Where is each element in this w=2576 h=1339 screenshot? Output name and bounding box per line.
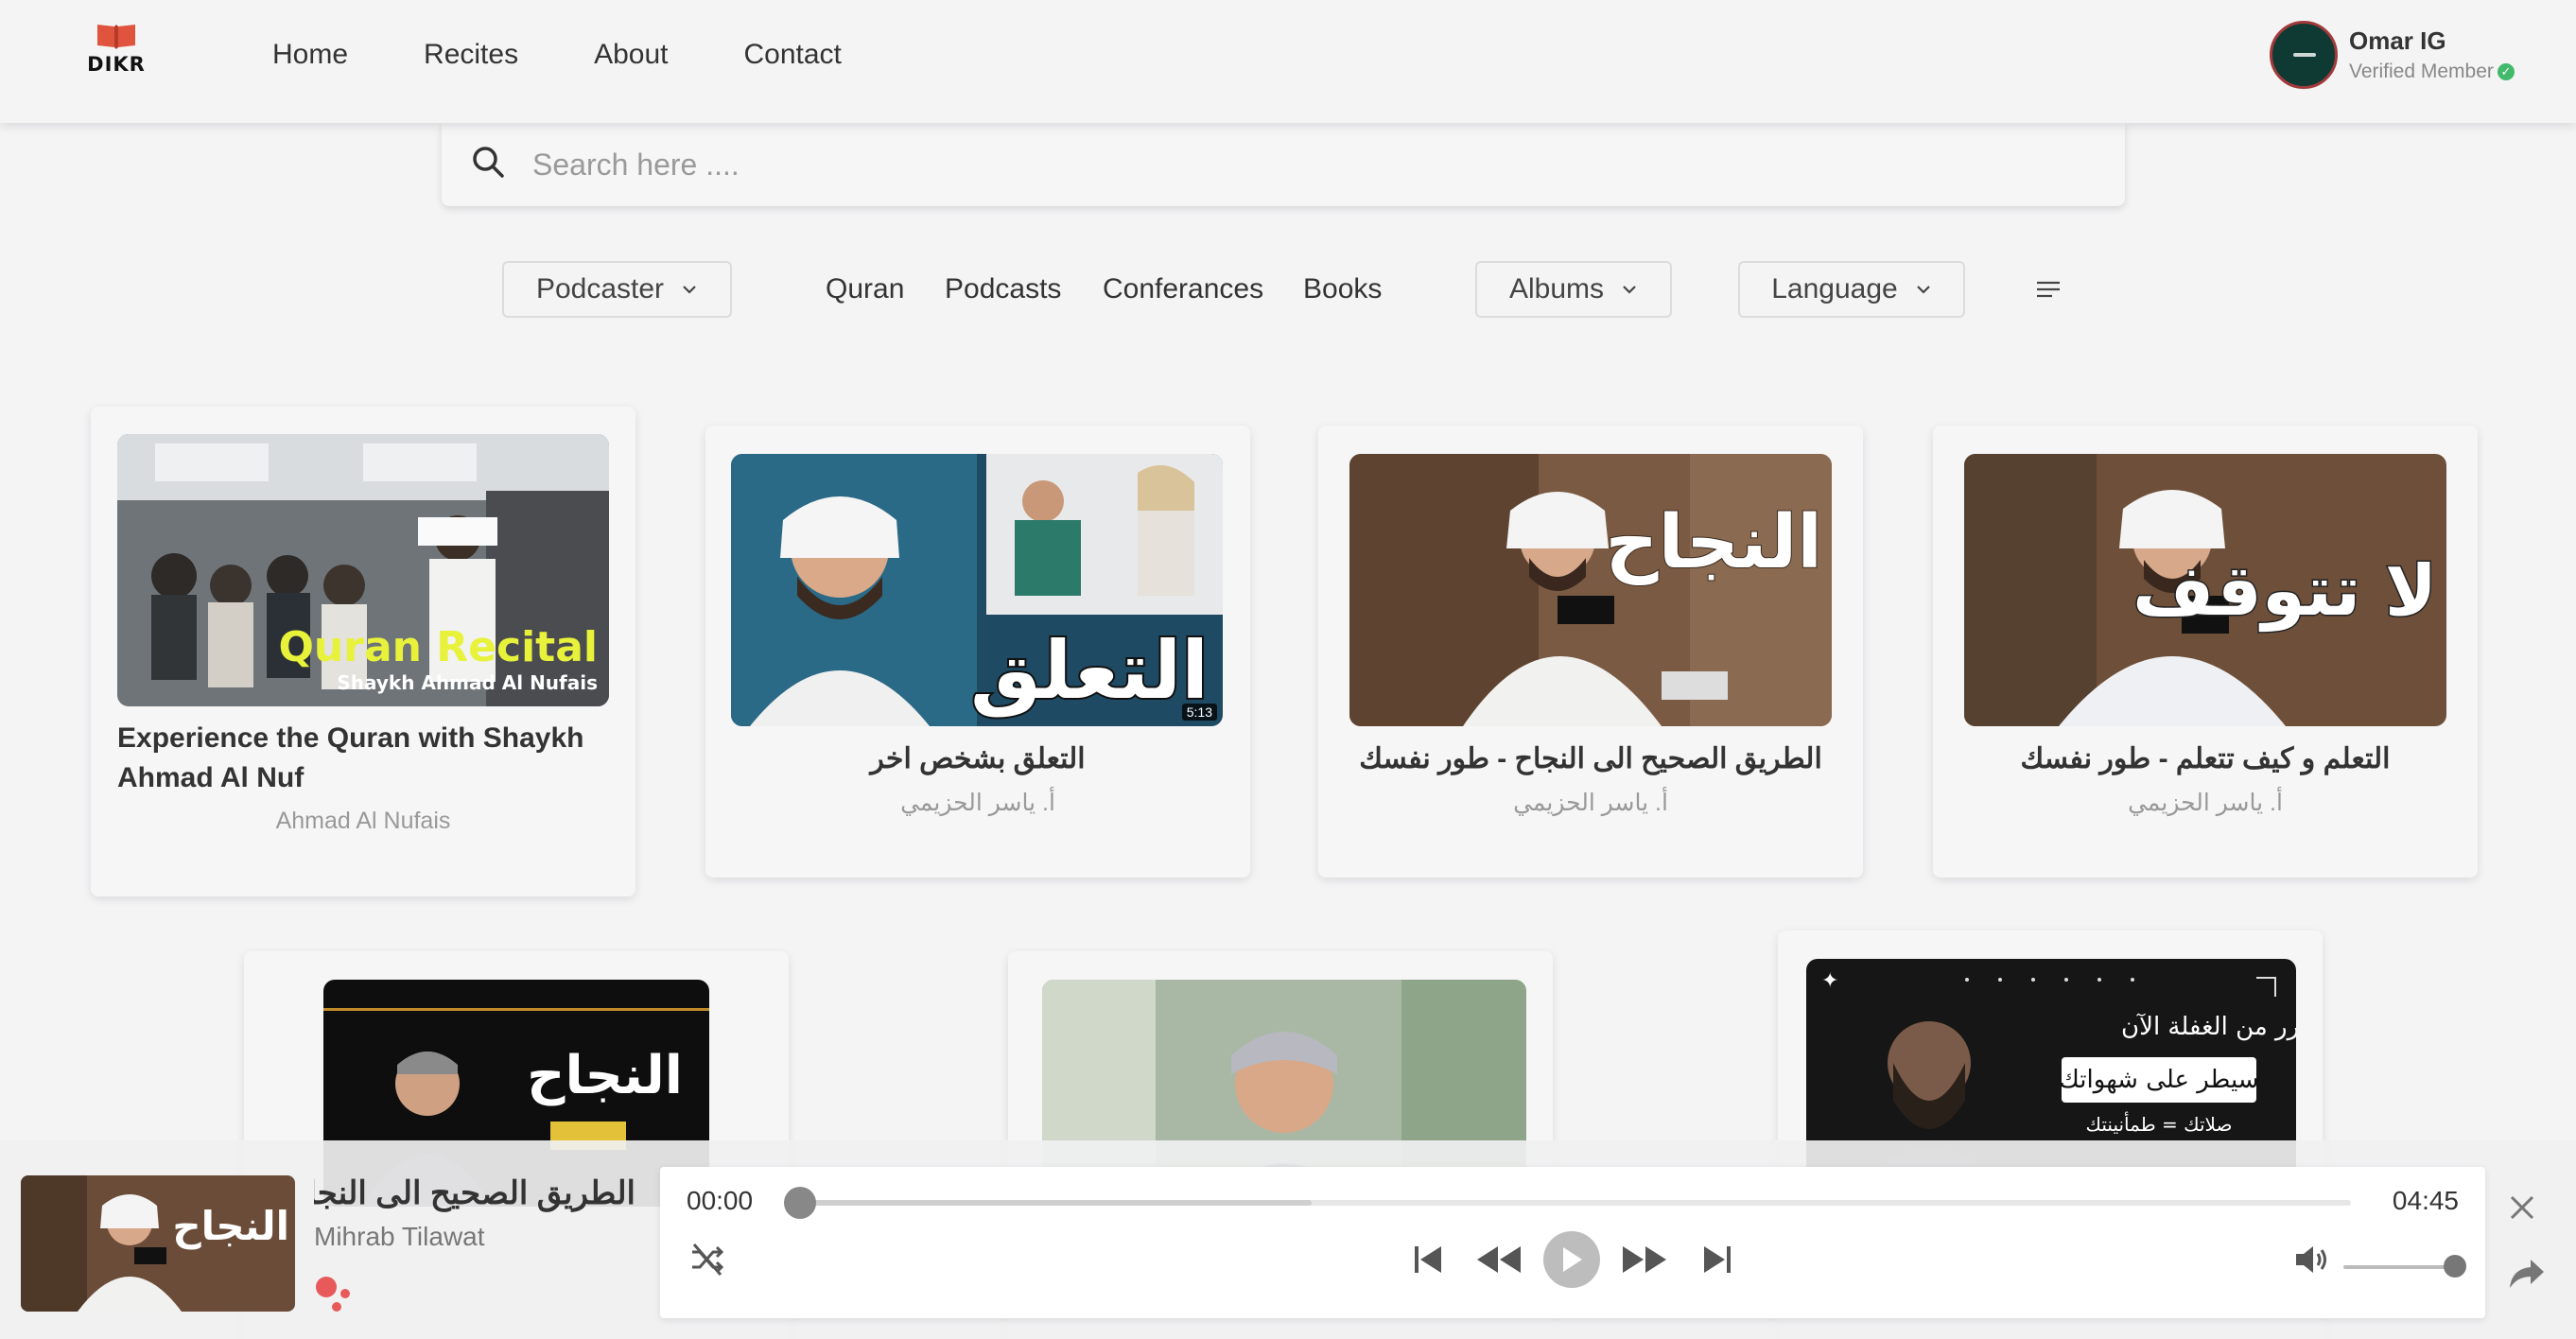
user-status-text: Verified Member [2349, 61, 2494, 82]
user-status: Verified Member ✓ [2349, 61, 2515, 83]
verified-check-icon: ✓ [2497, 63, 2515, 81]
volume-slider[interactable] [2343, 1255, 2466, 1278]
now-playing-subtitle: Mihrab Tilawat [314, 1222, 485, 1251]
volume-button[interactable] [2290, 1239, 2332, 1280]
media-card[interactable]: Quran Recital Shaykh Ahmad Al Nufais Exp… [91, 407, 635, 896]
podcast-logo-icon [316, 1277, 350, 1312]
card-author[interactable]: أ. ياسر الحزيمي [1933, 789, 2478, 817]
user-name: Omar IG [2349, 26, 2446, 55]
svg-text:✦: ✦ [1821, 969, 1838, 993]
logo[interactable]: DIKR [83, 21, 149, 76]
share-button[interactable] [2508, 1258, 2546, 1295]
shuffle-button[interactable] [687, 1239, 728, 1280]
np-thumb-text: النجاح [172, 1203, 289, 1249]
media-card[interactable]: لا تتوقف التعلم و كيف تتعلم - طور نفسك أ… [1933, 426, 2478, 878]
card-author[interactable]: أ. ياسر الحزيمي [705, 789, 1250, 817]
skip-next-button[interactable] [1697, 1239, 1738, 1280]
card-title[interactable]: التعلم و كيف تتعلم - طور نفسك [1933, 739, 2478, 779]
language-dropdown[interactable]: Language [1738, 261, 1965, 318]
open-book-icon [97, 25, 135, 49]
chevron-down-icon [1916, 286, 1930, 294]
thumb-line-2: سيطر على شهواتك [2059, 1066, 2258, 1094]
chevron-down-icon [1623, 286, 1636, 294]
thumb-text: لا تتوقف [2132, 550, 2437, 633]
logo-text: DIKR [87, 53, 146, 76]
rewind-icon [1477, 1246, 1521, 1273]
language-label: Language [1771, 273, 1898, 304]
card-thumbnail[interactable]: التعلق 5:13 [731, 454, 1223, 726]
now-playing-title: الطريق الصحيح الى النجاح - طور نفسك [314, 1175, 635, 1211]
player-controls: 00:00 04:45 [660, 1167, 2485, 1318]
search-icon [473, 147, 504, 178]
filter-quran[interactable]: Quran [826, 272, 904, 306]
card-author[interactable]: Ahmad Al Nufais [91, 808, 635, 835]
card-title[interactable]: Experience the Quran with Shaykh Ahmad A… [117, 719, 609, 798]
shuffle-off-icon [692, 1243, 724, 1276]
thumb-text: النجاح [527, 1045, 683, 1106]
play-icon [1563, 1247, 1582, 1272]
thumb-text: Quran Recital [279, 623, 598, 671]
card-title[interactable]: الطريق الصحيح الى النجاح - طور نفسك [1318, 739, 1863, 779]
media-card[interactable]: التعلق 5:13 التعلق بشخص اخر أ. ياسر الحز… [705, 426, 1250, 878]
share-arrow-icon [2510, 1260, 2544, 1288]
fast-forward-icon [1623, 1246, 1666, 1273]
thumb-line-1: تحرر من الغفلة الآن [2121, 1013, 2296, 1041]
card-title[interactable]: التعلق بشخص اخر [705, 739, 1250, 779]
close-icon [2510, 1195, 2534, 1220]
card-author[interactable]: أ. ياسر الحزيمي [1318, 789, 1863, 817]
thumb-line-3: صلاتك = طمأنينتك [2086, 1111, 2233, 1136]
user-profile[interactable]: Omar IG Verified Member ✓ [2270, 21, 2553, 91]
volume-icon [2296, 1246, 2326, 1273]
total-time: 04:45 [2392, 1186, 2459, 1215]
current-time: 00:00 [687, 1186, 754, 1215]
nav-about[interactable]: About [594, 36, 668, 74]
search-input[interactable] [532, 140, 2045, 189]
skip-previous-icon [1415, 1246, 1441, 1273]
filter-podcasts[interactable]: Podcasts [945, 272, 1061, 306]
progress-buffer [800, 1200, 1313, 1206]
albums-dropdown[interactable]: Albums [1475, 261, 1672, 318]
nav-recites[interactable]: Recites [424, 36, 518, 74]
podcaster-label: Podcaster [535, 273, 665, 304]
thumb-text: التعلق [970, 624, 1209, 718]
thumb-subtext: Shaykh Ahmad Al Nufais [337, 671, 598, 694]
play-button[interactable] [1543, 1231, 1600, 1288]
card-thumbnail[interactable]: لا تتوقف [1964, 454, 2446, 726]
nav-home[interactable]: Home [272, 36, 348, 74]
duration-badge: 5:13 [1181, 704, 1217, 721]
avatar[interactable] [2270, 21, 2338, 89]
podcaster-dropdown[interactable]: Podcaster [502, 261, 732, 318]
skip-next-icon [1704, 1246, 1731, 1273]
media-card[interactable]: النجاح الطريق الصحيح الى النجاح - طور نف… [1318, 426, 1863, 878]
nav-contact[interactable]: Contact [743, 36, 841, 74]
card-thumbnail[interactable]: النجاح [1349, 454, 1832, 726]
albums-label: Albums [1508, 273, 1605, 304]
skip-previous-button[interactable] [1407, 1239, 1449, 1280]
sort-lines-icon[interactable] [2035, 280, 2062, 299]
rewind-button[interactable] [1473, 1239, 1524, 1280]
filter-books[interactable]: Books [1303, 272, 1382, 306]
progress-handle[interactable] [784, 1187, 816, 1219]
card-thumbnail[interactable]: Quran Recital Shaykh Ahmad Al Nufais [117, 434, 609, 706]
fast-forward-button[interactable] [1619, 1239, 1670, 1280]
main-nav: Home Recites About Contact [272, 36, 917, 74]
thumb-text: النجاح [1605, 500, 1822, 585]
progress-bar[interactable] [784, 1187, 2351, 1219]
close-player-button[interactable] [2508, 1193, 2536, 1226]
top-navbar: DIKR Home Recites About Contact Omar IG … [0, 0, 2576, 123]
chevron-down-icon [683, 286, 696, 294]
filter-conferances[interactable]: Conferances [1103, 272, 1263, 306]
now-playing-thumbnail[interactable]: النجاح [21, 1175, 295, 1312]
search-bar [442, 123, 2125, 206]
volume-handle[interactable] [2443, 1255, 2466, 1278]
